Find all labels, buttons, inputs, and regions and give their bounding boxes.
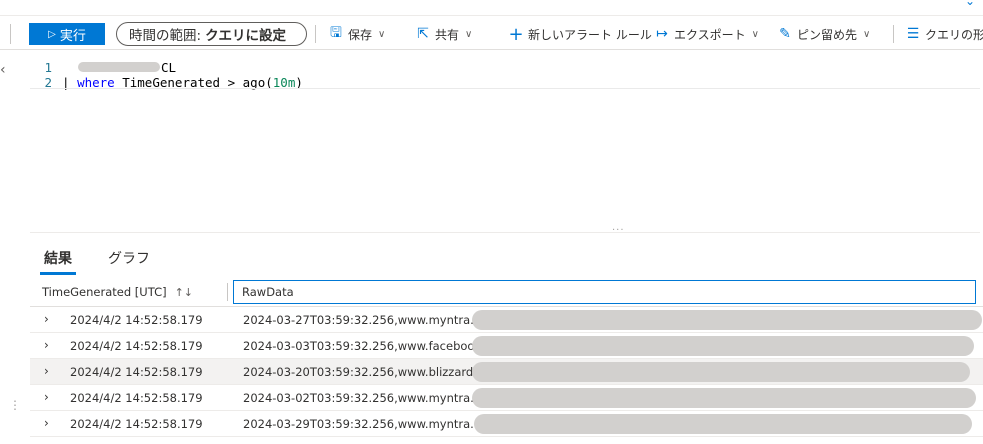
cell-time: 2024/4/2 14:52:58.179 — [70, 313, 203, 327]
save-icon: 🖫 — [330, 25, 342, 41]
save-button[interactable]: 🖫 保存 ∨ — [328, 25, 385, 43]
format-label: クエリの形 — [925, 27, 983, 42]
table-row[interactable]: › 2024/4/2 14:52:58.179 2024-03-02T03:59… — [30, 385, 983, 411]
expand-chevron-icon[interactable]: › — [44, 312, 49, 326]
time-range-value: クエリに設定 — [205, 28, 287, 44]
toolbar-divider — [315, 25, 316, 43]
results-table: TimeGenerated [UTC] ↑↓ RawData › 2024/4/… — [30, 277, 983, 437]
column-header-rawdata-label: RawData — [242, 285, 294, 299]
expand-chevron-icon[interactable]: › — [44, 390, 49, 404]
toolbar-divider — [893, 25, 894, 43]
chevron-down-icon: ∨ — [465, 28, 473, 40]
cell-rawdata: 2024-03-20T03:59:32.256,www.blizzard.com — [243, 365, 502, 379]
column-header-time-label: TimeGenerated [UTC] — [42, 285, 167, 299]
format-icon: ☰ — [906, 26, 920, 42]
share-label: 共有 — [435, 27, 460, 42]
pin-to-button[interactable]: ✎ ピン留め先 ∨ — [777, 25, 870, 43]
export-label: エクスポート — [674, 27, 746, 42]
cell-time: 2024/4/2 14:52:58.179 — [70, 365, 203, 379]
format-query-button[interactable]: ☰ クエリの形 — [905, 25, 983, 43]
tab-results[interactable]: 結果 — [40, 244, 76, 275]
pin-icon: ✎ — [779, 26, 791, 42]
table-row[interactable]: › 2024/4/2 14:52:58.179 2024-03-29T03:59… — [30, 411, 983, 437]
export-button[interactable]: ↦ エクスポート ∨ — [654, 25, 759, 43]
column-divider[interactable] — [227, 283, 228, 301]
redacted-table-name — [78, 62, 160, 72]
query-toolbar: ▷ 実行 時間の範囲: クエリに設定 🖫 保存 ∨ ⇱ 共有 ∨ + 新しいアラ… — [0, 18, 983, 50]
table-row[interactable]: › 2024/4/2 14:52:58.179 2024-03-20T03:59… — [30, 359, 983, 385]
share-icon: ⇱ — [417, 26, 429, 42]
cell-time: 2024/4/2 14:52:58.179 — [70, 417, 203, 431]
pin-label: ピン留め先 — [797, 27, 858, 42]
results-tabs: 結果 グラフ — [40, 244, 154, 275]
cell-time: 2024/4/2 14:52:58.179 — [70, 391, 203, 405]
redaction-bar — [474, 414, 972, 434]
run-button[interactable]: ▷ 実行 — [29, 23, 105, 45]
column-header-rawdata[interactable]: RawData — [233, 280, 976, 304]
redaction-bar — [472, 362, 970, 382]
table-row[interactable]: › 2024/4/2 14:52:58.179 2024-03-03T03:59… — [30, 333, 983, 359]
new-alert-label: 新しいアラート ルール — [528, 27, 652, 42]
line-number: 1 — [44, 59, 52, 75]
chevron-down-icon: ∨ — [863, 28, 871, 40]
share-button[interactable]: ⇱ 共有 ∨ — [415, 25, 472, 43]
expand-chevron-icon[interactable]: › — [44, 364, 49, 378]
query-editor[interactable]: 1 CL 2 | where TimeGenerated > ago( 10m … — [30, 56, 980, 232]
chevron-down-icon[interactable]: ⌄ — [965, 0, 975, 8]
expand-chevron-icon[interactable]: › — [44, 338, 49, 352]
time-range-prefix: 時間の範囲: — [129, 28, 202, 44]
splitter-handle-icon[interactable]: ··· — [612, 225, 625, 236]
chevron-down-icon: ∨ — [378, 28, 386, 40]
chevron-down-icon: ∨ — [751, 28, 759, 40]
pane-splitter[interactable] — [30, 232, 980, 236]
top-strip: ⌄ — [0, 0, 983, 16]
new-alert-rule-button[interactable]: + 新しいアラート ルール — [508, 23, 652, 45]
play-icon: ▷ — [48, 28, 56, 40]
redaction-bar — [472, 336, 974, 356]
code-line-1: 1 CL — [30, 59, 176, 75]
toolbar-divider — [10, 24, 11, 44]
editor-line-highlight — [30, 88, 980, 89]
redaction-bar — [472, 310, 982, 330]
run-button-label: 実行 — [59, 27, 86, 43]
redaction-bar — [472, 388, 976, 408]
plus-icon: + — [508, 23, 524, 45]
expand-chevron-icon[interactable]: › — [44, 416, 49, 430]
cell-rawdata: 2024-03-02T03:59:32.256,www.myntra.com — [243, 391, 499, 405]
column-header-time[interactable]: TimeGenerated [UTC] ↑↓ — [42, 277, 193, 307]
export-arrow-icon: ↦ — [656, 26, 668, 42]
time-range-button[interactable]: 時間の範囲: クエリに設定 — [116, 22, 307, 46]
code-text: CL — [161, 59, 177, 75]
save-label: 保存 — [348, 27, 373, 42]
tab-chart[interactable]: グラフ — [104, 244, 154, 272]
cell-time: 2024/4/2 14:52:58.179 — [70, 339, 203, 353]
drag-handle-icon[interactable]: ⋮ — [9, 399, 21, 411]
cell-rawdata: 2024-03-03T03:59:32.256,www.facebook.co — [243, 339, 499, 353]
collapse-chevron-icon[interactable]: ‹ — [0, 62, 6, 78]
sort-icon[interactable]: ↑↓ — [175, 286, 193, 299]
table-row[interactable]: › 2024/4/2 14:52:58.179 2024-03-27T03:59… — [30, 307, 983, 333]
cell-rawdata: 2024-03-27T03:59:32.256,www.myntra.com, — [243, 313, 503, 327]
table-header: TimeGenerated [UTC] ↑↓ RawData — [30, 277, 983, 307]
cell-rawdata: 2024-03-29T03:59:32.256,www.myntra.com, — [243, 417, 503, 431]
